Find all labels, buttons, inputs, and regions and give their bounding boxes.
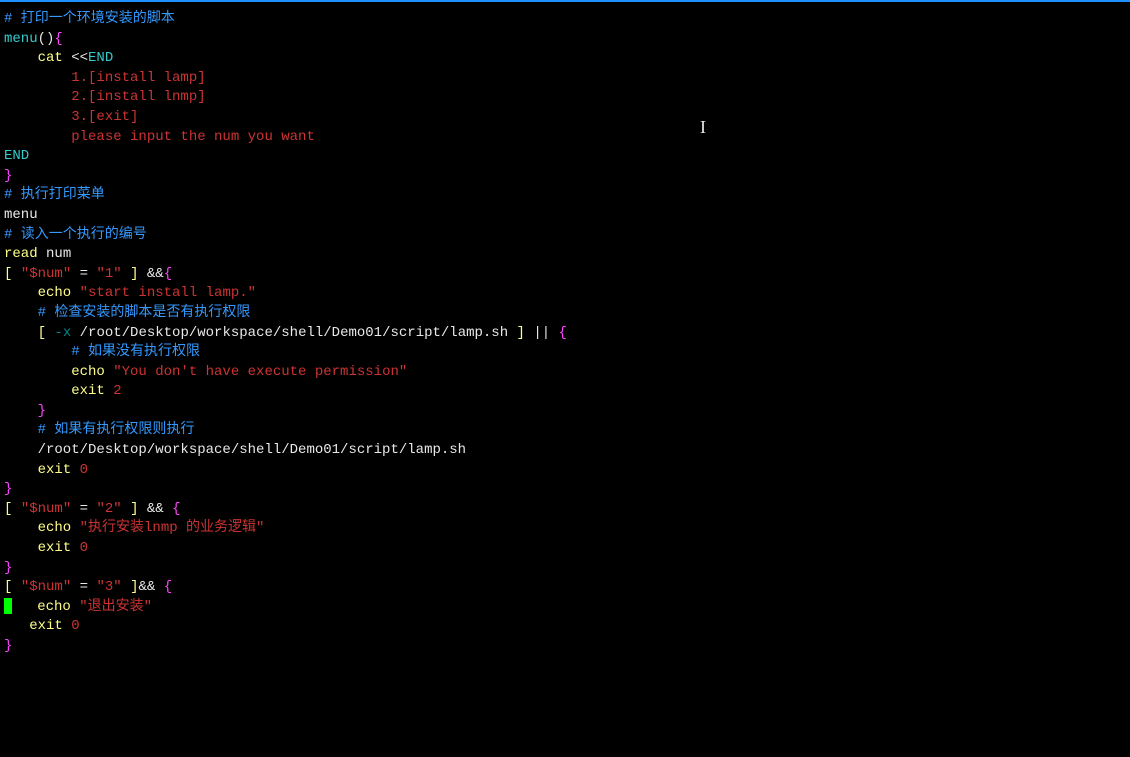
code-line: # 如果有执行权限则执行 (4, 421, 1126, 441)
code-line: # 打印一个环境安装的脚本 (4, 10, 1126, 30)
code-line: menu (4, 206, 1126, 226)
heredoc-text: 2.[install lnmp] (4, 89, 206, 105)
call: menu (4, 207, 38, 223)
op: && (147, 266, 164, 282)
heredoc-text: 3.[exit] (4, 109, 138, 125)
heredoc-text: 1.[install lamp] (4, 70, 206, 86)
text-cursor-icon: I (700, 115, 706, 140)
op: && (138, 579, 155, 595)
string: "$num" (21, 579, 71, 595)
echo-keyword: echo (4, 364, 113, 380)
exit-keyword: exit (4, 462, 80, 478)
string: "$num" (21, 266, 71, 282)
comment-text: # 执行打印菜单 (4, 187, 105, 203)
op: || (533, 325, 550, 341)
code-line: } (4, 480, 1126, 500)
code-line: [ "$num" = "3" ]&& { (4, 578, 1126, 598)
number: 0 (80, 462, 88, 478)
string: "2" (96, 501, 121, 517)
code-line: exit 2 (4, 382, 1126, 402)
brace: } (4, 481, 12, 497)
brace: } (4, 403, 46, 419)
parens: () (38, 31, 55, 47)
heredoc-text: please input the num you want (4, 129, 315, 145)
echo-keyword: echo (4, 520, 80, 536)
code-line: please input the num you want (4, 128, 1126, 148)
op: = (80, 266, 88, 282)
path: /root/Desktop/workspace/shell/Demo01/scr… (4, 442, 466, 458)
comment-text: # 打印一个环境安装的脚本 (4, 11, 175, 27)
brace: { (559, 325, 567, 341)
code-line: 1.[install lamp] (4, 69, 1126, 89)
heredoc-end: END (88, 50, 113, 66)
cat-keyword: cat (4, 50, 71, 66)
var: num (38, 246, 72, 262)
code-line: 2.[install lnmp] (4, 88, 1126, 108)
flag: -x (54, 325, 71, 341)
code-line: } (4, 167, 1126, 187)
number: 0 (80, 540, 88, 556)
read-keyword: read (4, 246, 38, 262)
comment-text: # 检查安装的脚本是否有执行权限 (4, 305, 250, 321)
code-line: # 如果没有执行权限 (4, 343, 1126, 363)
op: && (147, 501, 164, 517)
string: "1" (96, 266, 121, 282)
path: /root/Desktop/workspace/shell/Demo01/scr… (71, 325, 516, 341)
brace: { (164, 266, 172, 282)
code-line: } (4, 402, 1126, 422)
number: 2 (113, 383, 121, 399)
code-line: echo "执行安装lnmp 的业务逻辑" (4, 519, 1126, 539)
bracket: ] (517, 325, 525, 341)
code-line: [ "$num" = "1" ] &&{ (4, 265, 1126, 285)
code-line: read num (4, 245, 1126, 265)
string: "3" (96, 579, 121, 595)
string: "You don't have execute permission" (113, 364, 407, 380)
brace: { (54, 31, 62, 47)
brace: { (164, 579, 172, 595)
brace: } (4, 638, 12, 654)
heredoc-op: << (71, 50, 88, 66)
exit-keyword: exit (4, 383, 113, 399)
code-line: /root/Desktop/workspace/shell/Demo01/scr… (4, 441, 1126, 461)
echo-keyword: echo (12, 599, 79, 615)
number: 0 (71, 618, 79, 634)
code-line: 3.[exit] (4, 108, 1126, 128)
string: "执行安装lnmp 的业务逻辑" (80, 520, 265, 536)
bracket: [ (38, 325, 46, 341)
code-line: echo "You don't have execute permission" (4, 363, 1126, 383)
function-name: menu (4, 31, 38, 47)
code-line: # 检查安装的脚本是否有执行权限 (4, 304, 1126, 324)
string: "$num" (21, 501, 71, 517)
string: "退出安装" (79, 599, 152, 615)
comment-text: # 如果有执行权限则执行 (4, 422, 194, 438)
code-line: exit 0 (4, 617, 1126, 637)
code-line: [ -x /root/Desktop/workspace/shell/Demo0… (4, 324, 1126, 344)
echo-keyword: echo (4, 285, 80, 301)
code-line: } (4, 559, 1126, 579)
terminal-editor[interactable]: # 打印一个环境安装的脚本 menu(){ cat <<END 1.[insta… (4, 10, 1126, 657)
exit-keyword: exit (4, 618, 71, 634)
brace: } (4, 168, 12, 184)
code-line: cat <<END (4, 49, 1126, 69)
brace: { (172, 501, 180, 517)
code-line: exit 0 (4, 539, 1126, 559)
comment-text: # 如果没有执行权限 (4, 344, 200, 360)
op: = (80, 579, 88, 595)
code-line: [ "$num" = "2" ] && { (4, 500, 1126, 520)
code-line: echo "退出安装" (4, 598, 1126, 618)
code-line: # 读入一个执行的编号 (4, 226, 1126, 246)
brace: } (4, 560, 12, 576)
code-line: } (4, 637, 1126, 657)
string: "start install lamp." (80, 285, 256, 301)
heredoc-end: END (4, 148, 29, 164)
code-line: # 执行打印菜单 (4, 186, 1126, 206)
op: = (80, 501, 88, 517)
code-line: END (4, 147, 1126, 167)
comment-text: # 读入一个执行的编号 (4, 227, 147, 243)
exit-keyword: exit (4, 540, 80, 556)
cursor-block (4, 598, 12, 614)
code-line: exit 0 (4, 461, 1126, 481)
code-line: echo "start install lamp." (4, 284, 1126, 304)
code-line: menu(){ (4, 30, 1126, 50)
